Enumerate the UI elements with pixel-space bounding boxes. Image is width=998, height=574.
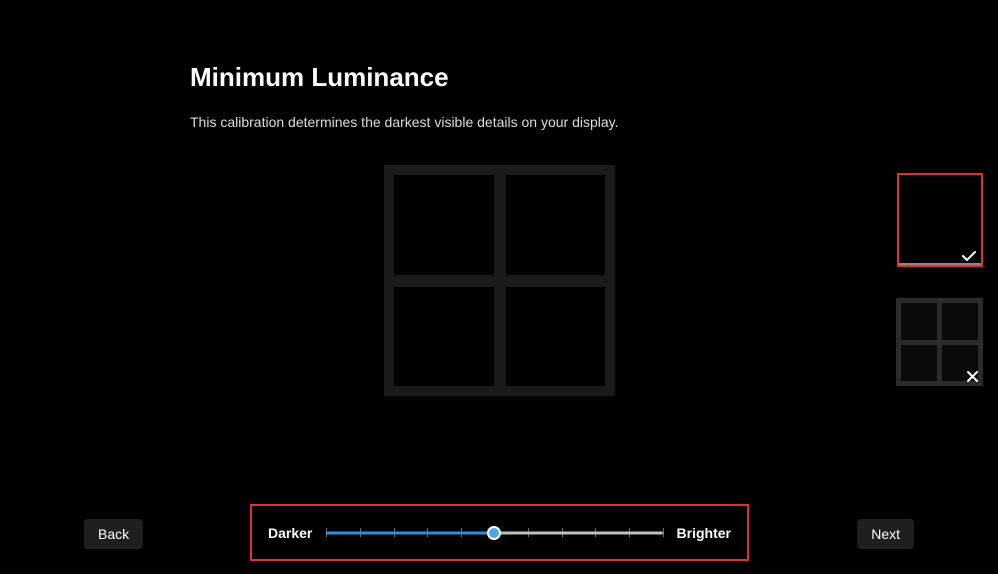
slider-thumb[interactable]	[487, 526, 501, 540]
slider-fill	[326, 531, 494, 534]
preview-cell	[394, 287, 494, 387]
preview-cell	[506, 175, 606, 275]
reference-thumbnail-correct[interactable]	[897, 173, 983, 267]
cross-icon	[966, 370, 979, 383]
thumbnail-divider	[899, 263, 981, 265]
thumbnail-cell	[901, 303, 937, 340]
thumbnail-cell	[942, 303, 978, 340]
luminance-slider-panel: Darker Brighter	[250, 504, 749, 561]
page-subtitle: This calibration determines the darkest …	[190, 114, 619, 130]
page-title: Minimum Luminance	[190, 62, 449, 93]
preview-cell	[506, 287, 606, 387]
next-button[interactable]: Next	[857, 519, 914, 549]
check-icon	[962, 250, 976, 262]
reference-thumbnail-incorrect[interactable]	[896, 298, 983, 386]
luminance-preview-grid	[384, 165, 615, 396]
slider-label-brighter: Brighter	[677, 525, 731, 541]
thumbnail-cell	[901, 345, 937, 382]
back-button[interactable]: Back	[84, 519, 143, 549]
preview-cell	[394, 175, 494, 275]
luminance-slider[interactable]	[326, 523, 662, 543]
slider-label-darker: Darker	[268, 525, 312, 541]
